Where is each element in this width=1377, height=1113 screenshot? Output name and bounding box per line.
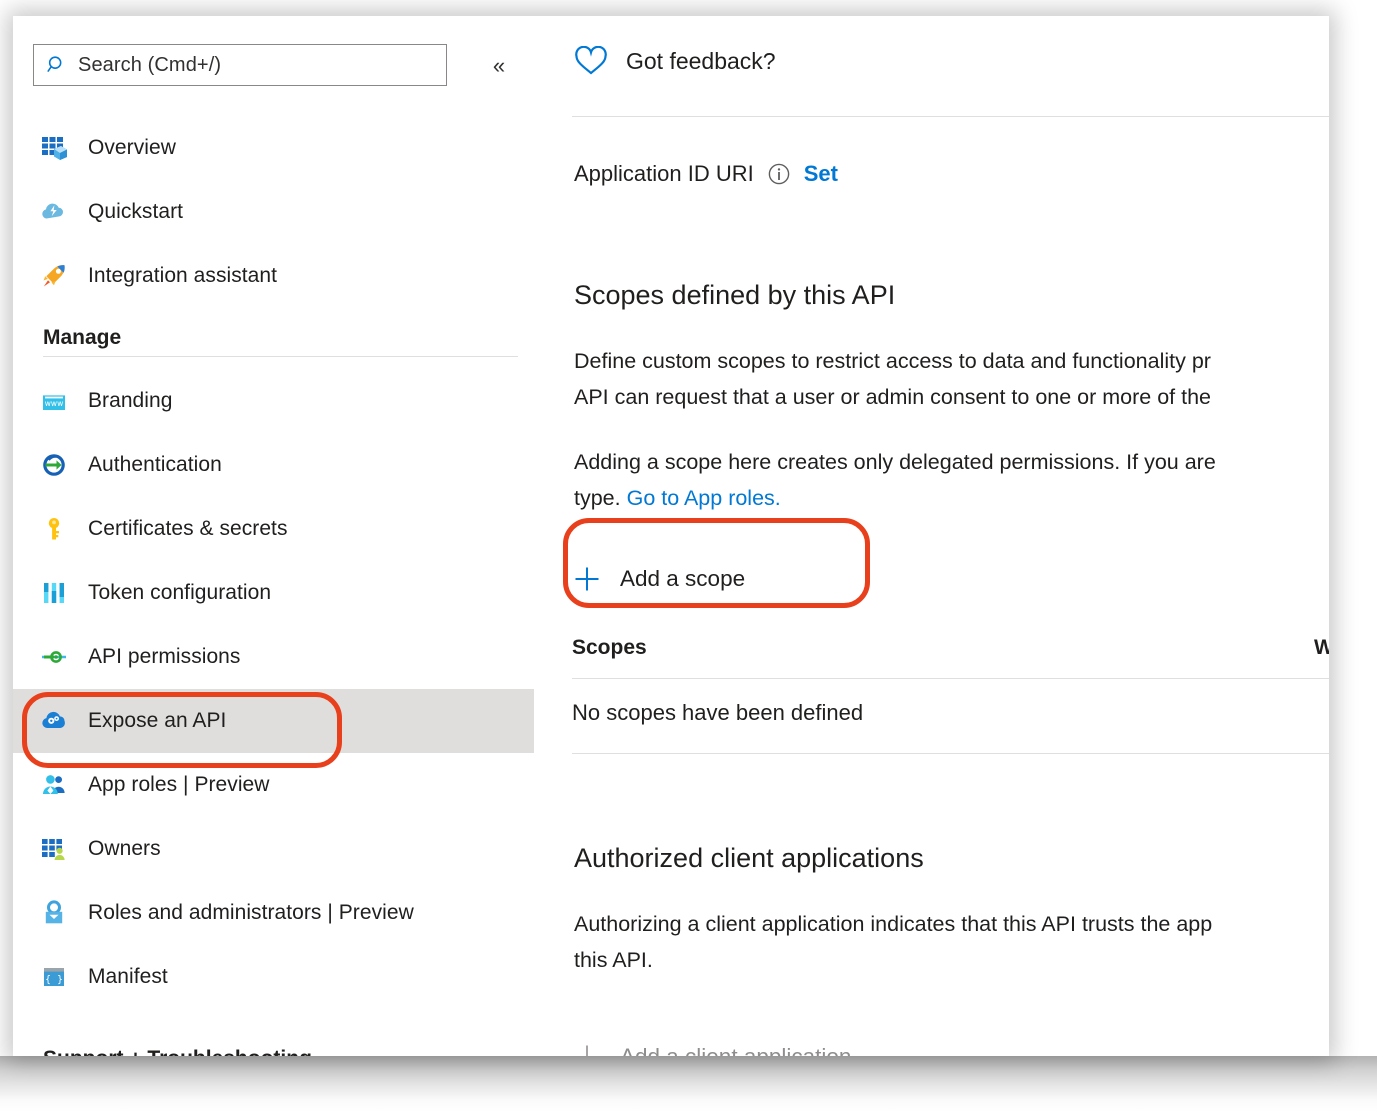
- azure-portal-window: Search (Cmd+/) « Overview Quickstart Int…: [13, 16, 1329, 1056]
- manifest-braces-icon: { }: [40, 963, 68, 991]
- main-content: Got feedback? Application ID URI Set Sco…: [548, 16, 1329, 1056]
- authorized-clients-paragraph-line-2: this API.: [574, 948, 653, 972]
- sidebar-item-app-roles[interactable]: App roles | Preview: [13, 753, 548, 817]
- sidebar-item-label: Roles and administrators | Preview: [88, 901, 414, 924]
- add-a-scope-label: Add a scope: [620, 566, 746, 591]
- scopes-table-header-divider: [572, 678, 1329, 679]
- owners-grid-icon: [40, 835, 68, 863]
- window-bottom-shadow: [0, 1056, 1377, 1113]
- sidebar-item-label: Integration assistant: [88, 264, 277, 287]
- application-id-uri-row: Application ID URI Set: [574, 161, 838, 187]
- got-feedback-label: Got feedback?: [626, 47, 776, 74]
- sidebar-item-branding[interactable]: www Branding: [13, 369, 548, 433]
- collapse-sidebar-button[interactable]: «: [485, 52, 513, 80]
- sidebar-item-label: Quickstart: [88, 200, 184, 223]
- sidebar-item-expose-an-api[interactable]: Expose an API: [13, 689, 534, 753]
- scopes-table-bottom-divider: [572, 753, 1329, 754]
- scopes-paragraph-2-prefix: type.: [574, 486, 627, 510]
- sidebar-item-token-configuration[interactable]: Token configuration: [13, 561, 548, 625]
- sidebar-item-label: Owners: [88, 837, 161, 860]
- scopes-column-header: Scopes: [572, 636, 647, 659]
- plus-icon: [572, 1042, 602, 1056]
- sidebar-item-label: Expose an API: [88, 709, 227, 732]
- sidebar-item-overview[interactable]: Overview: [13, 116, 548, 180]
- scopes-paragraph-1-line-1: Define custom scopes to restrict access …: [574, 349, 1211, 373]
- sidebar-group-manage: Manage: [43, 326, 122, 349]
- sidebar-item-manifest[interactable]: { } Manifest: [13, 945, 548, 1009]
- header-divider: [572, 116, 1329, 117]
- add-a-scope-button[interactable]: Add a scope: [572, 556, 745, 602]
- got-feedback-button[interactable]: Got feedback?: [574, 45, 776, 76]
- search-input[interactable]: Search (Cmd+/): [33, 44, 447, 86]
- heart-icon: [574, 45, 608, 76]
- who-can-consent-column-header: Wh: [1314, 636, 1329, 659]
- sidebar-item-integration-assistant[interactable]: Integration assistant: [13, 244, 548, 308]
- sidebar-item-certificates-secrets[interactable]: Certificates & secrets: [13, 497, 548, 561]
- sidebar-item-label: Branding: [88, 389, 173, 412]
- sidebar-item-api-permissions[interactable]: API permissions: [13, 625, 548, 689]
- rocket-icon: [40, 262, 68, 290]
- sidebar-item-label: API permissions: [88, 645, 241, 668]
- sidebar-item-label: Overview: [88, 136, 176, 159]
- token-bars-icon: [40, 579, 68, 607]
- info-icon[interactable]: [768, 163, 790, 185]
- screenshot-stage: Search (Cmd+/) « Overview Quickstart Int…: [0, 0, 1377, 1113]
- scopes-paragraph-1-line-2: API can request that a user or admin con…: [574, 385, 1212, 409]
- plus-icon: [572, 564, 602, 594]
- authorized-clients-section-title: Authorized client applications: [574, 843, 924, 873]
- sidebar: Search (Cmd+/) « Overview Quickstart Int…: [13, 16, 548, 1056]
- sidebar-item-label: Certificates & secrets: [88, 517, 288, 540]
- add-a-client-application-button[interactable]: Add a client application: [572, 1042, 851, 1056]
- quickstart-cloud-icon: [40, 198, 68, 226]
- application-id-uri-label: Application ID URI: [574, 161, 754, 186]
- sidebar-item-label: App roles | Preview: [88, 773, 270, 796]
- branding-window-icon: www: [40, 387, 68, 415]
- sidebar-item-label: Manifest: [88, 965, 168, 988]
- scopes-section-title: Scopes defined by this API: [574, 280, 896, 310]
- app-roles-users-icon: [40, 771, 68, 799]
- sidebar-item-authentication[interactable]: Authentication: [13, 433, 548, 497]
- sidebar-item-roles-and-administrators[interactable]: Roles and administrators | Preview: [13, 881, 548, 945]
- scopes-empty-message: No scopes have been defined: [572, 700, 864, 725]
- svg-text:www: www: [45, 399, 63, 408]
- key-icon: [40, 515, 68, 543]
- sidebar-item-label: Authentication: [88, 453, 222, 476]
- scopes-paragraph-2-line-2: type. Go to App roles.: [574, 480, 1329, 516]
- add-a-client-application-label: Add a client application: [620, 1044, 851, 1056]
- set-application-id-uri-link[interactable]: Set: [804, 161, 838, 187]
- scopes-table-header: Scopes Wh: [572, 636, 1329, 676]
- svg-text:{ }: { }: [45, 975, 63, 986]
- authentication-arrow-icon: [40, 451, 68, 479]
- search-placeholder: Search (Cmd+/): [78, 53, 222, 76]
- sidebar-nav-list: Overview Quickstart Integration assistan…: [13, 116, 548, 1056]
- sidebar-item-owners[interactable]: Owners: [13, 817, 548, 881]
- expose-api-cloud-gear-icon: [40, 707, 68, 735]
- authorized-clients-paragraph-line-1: Authorizing a client application indicat…: [574, 912, 1213, 936]
- sidebar-item-label: Token configuration: [88, 581, 272, 604]
- sidebar-item-quickstart[interactable]: Quickstart: [13, 180, 548, 244]
- go-to-app-roles-link[interactable]: Go to App roles.: [627, 486, 781, 510]
- sidebar-search-row: Search (Cmd+/) «: [33, 44, 525, 88]
- api-permissions-icon: [40, 643, 68, 671]
- roles-admin-icon: [40, 899, 68, 927]
- overview-grid-icon: [40, 134, 68, 162]
- sidebar-group-support: Support + Troubleshooting: [13, 1047, 548, 1056]
- search-icon: [46, 54, 68, 76]
- scopes-paragraph-2-line-1: Adding a scope here creates only delegat…: [574, 450, 1216, 474]
